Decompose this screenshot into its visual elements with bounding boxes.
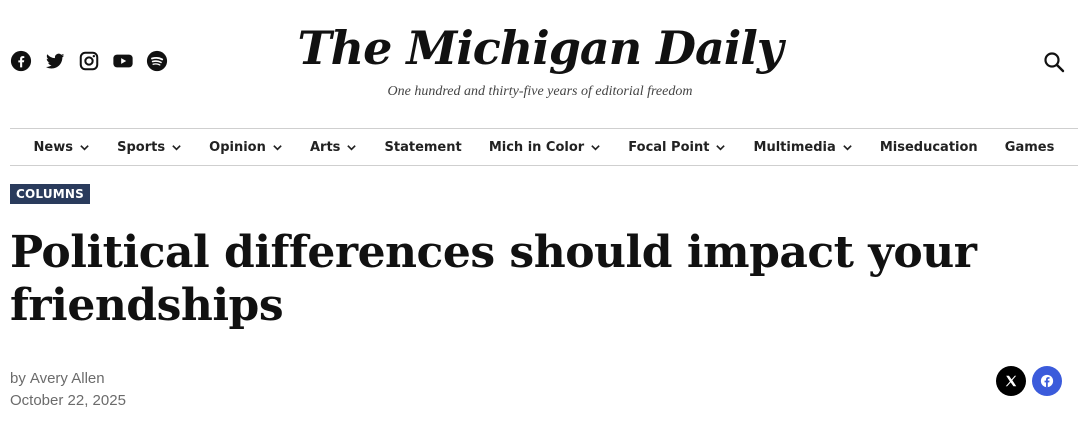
nav-item-games[interactable]: Games xyxy=(1005,140,1055,155)
chevron-down-icon xyxy=(80,144,89,151)
nav-item-label: Miseducation xyxy=(879,139,978,155)
main-nav: News Sports Opinion Arts Statement Mich … xyxy=(10,128,1078,166)
nav-item-label: Arts xyxy=(309,139,341,155)
nav-item-miseducation[interactable]: Miseducation xyxy=(880,140,978,155)
search-icon[interactable] xyxy=(1042,50,1066,74)
chevron-down-icon xyxy=(591,144,600,151)
nav-item-statement[interactable]: Statement xyxy=(385,140,462,155)
nav-item-label: Mich in Color xyxy=(488,139,585,155)
share-x-button[interactable] xyxy=(996,366,1026,396)
chevron-down-icon xyxy=(273,144,282,151)
share-facebook-button[interactable] xyxy=(1032,366,1062,396)
masthead: The Michigan Daily One hundred and thirt… xyxy=(0,20,1080,100)
section-badge[interactable]: COLUMNS xyxy=(10,184,90,204)
nav-item-label: Statement xyxy=(384,139,462,155)
chevron-down-icon xyxy=(842,144,852,151)
nav-item-label: Multimedia xyxy=(753,139,836,155)
article-title: Political differences should impact your… xyxy=(10,227,977,331)
chevron-down-icon xyxy=(716,144,726,151)
nav-item-label: Sports xyxy=(117,139,166,155)
nav-item-label: News xyxy=(33,139,73,155)
site-logo[interactable]: The Michigan Daily xyxy=(297,20,783,76)
nav-item-focal-point[interactable]: Focal Point xyxy=(628,140,726,155)
nav-item-multimedia[interactable]: Multimedia xyxy=(754,140,853,155)
x-icon xyxy=(1005,375,1017,387)
nav-item-mich-in-color[interactable]: Mich in Color xyxy=(489,140,601,155)
author-line: by Avery Allen xyxy=(10,368,126,390)
share-buttons xyxy=(996,366,1062,396)
nav-item-news[interactable]: News xyxy=(34,140,90,155)
nav-item-label: Focal Point xyxy=(628,139,710,155)
author-link[interactable]: Avery Allen xyxy=(30,368,105,390)
nav-item-label: Games xyxy=(1004,139,1055,155)
facebook-icon xyxy=(1040,374,1054,388)
byline-prefix: by xyxy=(10,370,26,387)
site-tagline: One hundred and thirty-five years of edi… xyxy=(387,84,693,99)
nav-item-sports[interactable]: Sports xyxy=(117,140,182,155)
publish-date: October 22, 2025 xyxy=(10,392,126,409)
chevron-down-icon xyxy=(172,144,181,151)
chevron-down-icon xyxy=(347,144,357,151)
byline: by Avery Allen October 22, 2025 xyxy=(10,368,126,412)
nav-item-opinion[interactable]: Opinion xyxy=(209,140,283,155)
nav-item-label: Opinion xyxy=(209,139,266,155)
nav-item-arts[interactable]: Arts xyxy=(310,140,357,155)
